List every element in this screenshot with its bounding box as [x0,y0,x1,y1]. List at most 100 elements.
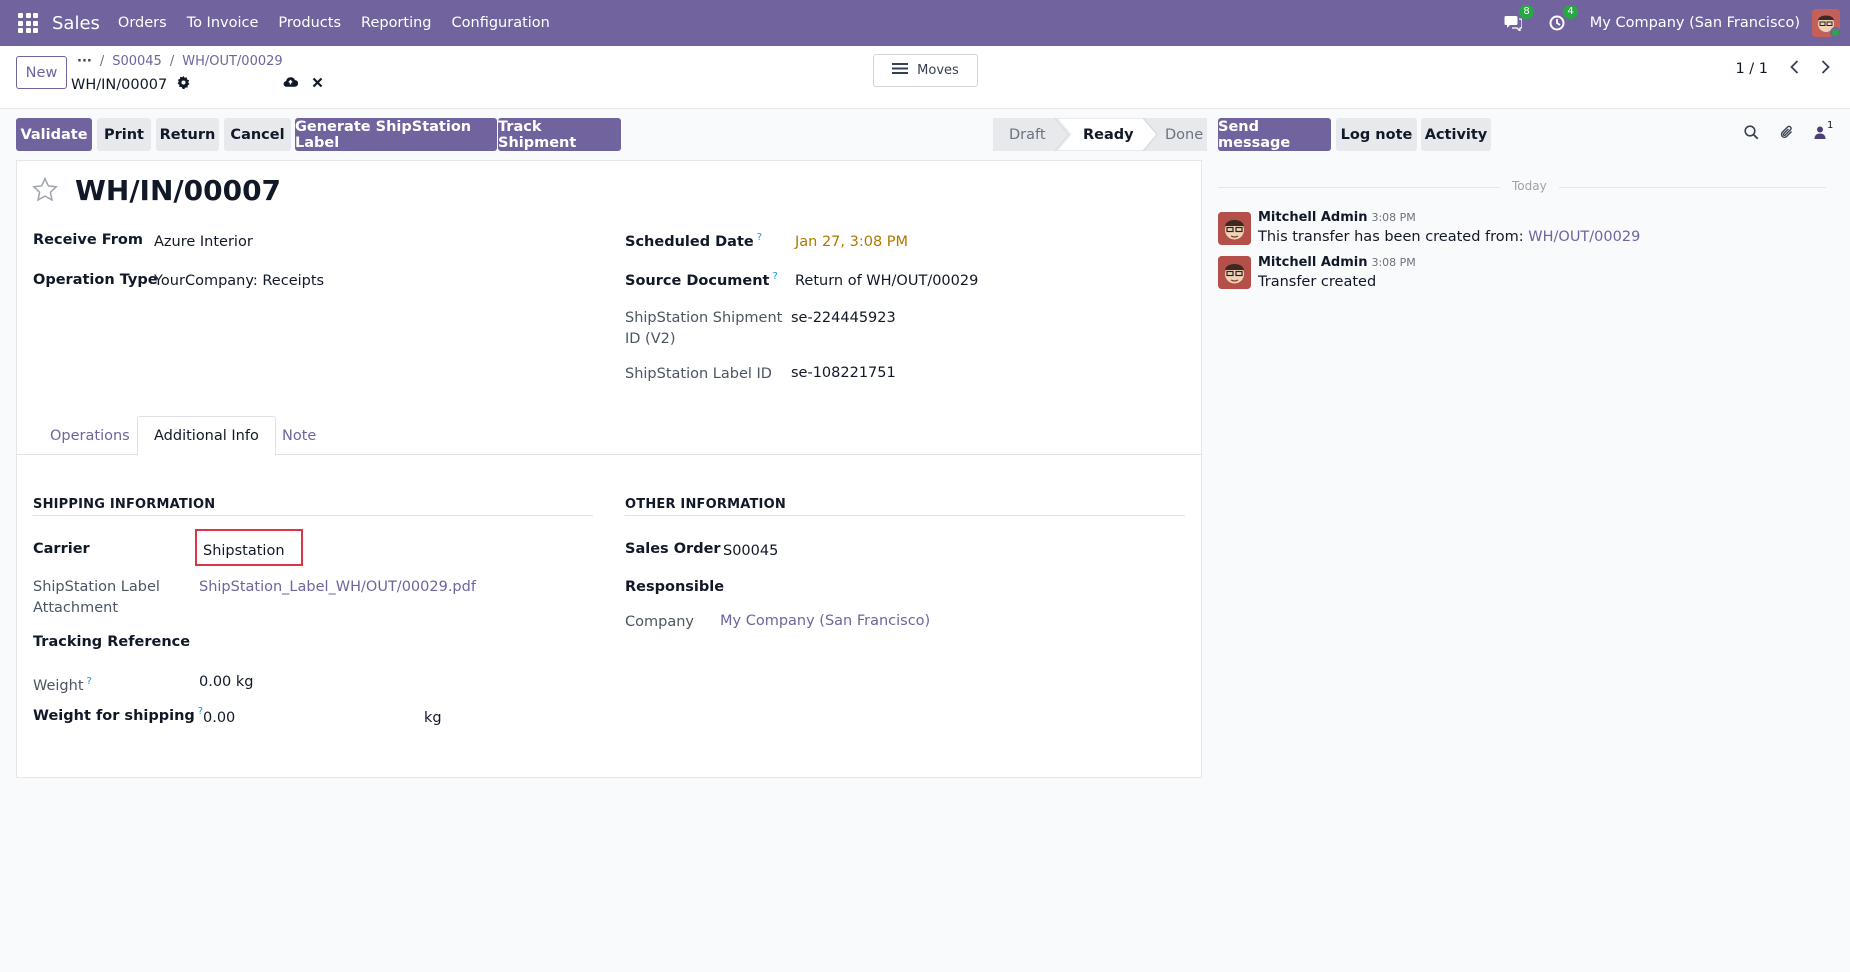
activity-button[interactable]: Activity [1421,118,1491,151]
tab-operations[interactable]: Operations [34,416,146,456]
menu-configuration[interactable]: Configuration [452,15,550,31]
attachment-label-line1: ShipStation Label [33,579,160,595]
weight-for-shipping-unit: kg [424,710,442,726]
list-icon [892,62,909,79]
new-button[interactable]: New [16,56,67,89]
other-divider [625,515,1185,516]
paperclip-icon[interactable] [1779,124,1794,144]
status-bar: Draft Ready Done [993,118,1207,151]
sales-order-value[interactable]: S00045 [723,543,778,559]
company-switcher[interactable]: My Company (San Francisco) [1590,15,1800,31]
date-separator-today: Today [1500,179,1559,193]
message-author-name[interactable]: Mitchell Admin [1258,255,1367,270]
receive-from-value[interactable]: Azure Interior [154,234,253,250]
menu-reporting[interactable]: Reporting [361,15,432,31]
save-cloud-icon[interactable] [283,76,299,92]
scheduled-date-value[interactable]: Jan 27, 3:08 PM [795,234,908,250]
operation-type-value[interactable]: YourCompany: Receipts [154,273,324,289]
moves-label: Moves [917,63,959,78]
weight-value: 0.00 kg [199,674,254,690]
app-name[interactable]: Sales [52,13,100,34]
shipstation-shipment-id-value[interactable]: se-224445923 [791,310,896,326]
weight-for-shipping-label-text: Weight for shipping [33,707,195,724]
message-author-name[interactable]: Mitchell Admin [1258,210,1367,225]
carrier-label: Carrier [33,541,90,557]
followers-count: 1 [1827,119,1834,131]
message-body: Transfer created [1258,274,1377,290]
breadcrumb-sale-order[interactable]: S00045 [112,54,162,69]
print-button[interactable]: Print [97,118,151,151]
form-sheet [16,160,1202,778]
shipstation-label-id-value[interactable]: se-108221751 [791,365,896,381]
weight-unit: kg [235,674,254,690]
top-navbar: Sales Orders To Invoice Products Reporti… [0,0,1850,46]
weight-for-shipping-input[interactable]: 0.00 [203,710,235,726]
status-draft[interactable]: Draft [993,118,1055,151]
help-icon[interactable]: ? [772,271,777,282]
search-icon[interactable] [1744,124,1759,144]
responsible-label: Responsible [625,579,725,595]
shipstation-label-attachment-link[interactable]: ShipStation_Label_WH/OUT/00029.pdf [199,579,476,595]
tab-note[interactable]: Note [266,416,332,456]
weight-for-shipping-label: Weight for shipping? [33,706,203,724]
message-time: 3:08 PM [1371,256,1416,269]
gear-icon[interactable] [177,76,190,93]
breadcrumb-more-button[interactable]: ··· [77,54,92,69]
breadcrumb-delivery[interactable]: WH/OUT/00029 [182,54,282,69]
log-note-button[interactable]: Log note [1336,118,1417,151]
status-done-label: Done [1165,126,1204,143]
status-arrow-draft [1055,118,1072,151]
company-value-link[interactable]: My Company (San Francisco) [720,613,930,629]
attachment-label-line2: Attachment [33,600,119,616]
shipment-id-label-line1: ShipStation Shipment [625,310,783,326]
help-icon[interactable]: ? [757,232,762,243]
activities-clock-icon[interactable]: 4 [1546,5,1578,34]
message-text: This transfer has been created from: [1258,229,1529,245]
message-link-delivery[interactable]: WH/OUT/00029 [1528,229,1640,245]
help-icon[interactable]: ? [87,676,92,687]
shipstation-label-id-label: ShipStation Label ID [625,366,772,382]
shipstation-label-attachment-label: ShipStation Label Attachment [33,577,160,619]
source-document-label-text: Source Document [625,272,770,289]
tab-additional-info[interactable]: Additional Info [137,416,276,456]
user-avatar[interactable] [1812,9,1840,37]
notebook-tabs: Operations Additional Info Note [16,416,1202,456]
receive-from-label: Receive From [33,232,143,248]
discard-close-icon[interactable] [312,76,323,92]
return-button[interactable]: Return [156,118,219,151]
validate-button[interactable]: Validate [16,118,92,151]
status-ready-label: Ready [1083,126,1134,143]
message-author-avatar[interactable] [1218,212,1251,245]
followers-user-icon[interactable]: 1 [1814,120,1833,143]
message-author[interactable]: Mitchell Admin 3:08 PM [1258,255,1416,270]
menu-to-invoice[interactable]: To Invoice [187,15,259,31]
send-message-button[interactable]: Send message [1218,118,1331,151]
carrier-value[interactable]: Shipstation [203,543,285,559]
message-author[interactable]: Mitchell Admin 3:08 PM [1258,210,1416,225]
pager-next-icon[interactable] [1821,60,1830,78]
online-status-dot [1830,27,1840,37]
scheduled-date-label: Scheduled Date? [625,232,762,250]
pager-value[interactable]: 1 / 1 [1735,61,1768,77]
message-time: 3:08 PM [1371,211,1416,224]
menu-products[interactable]: Products [278,15,341,31]
status-arrow-ready [1143,118,1158,151]
status-draft-label: Draft [1009,126,1046,143]
moves-smart-button[interactable]: Moves [873,54,978,87]
cancel-button[interactable]: Cancel [224,118,291,151]
record-name: WH/IN/00007 [71,76,168,93]
track-shipment-button[interactable]: Track Shipment [498,118,621,151]
source-document-value[interactable]: Return of WH/OUT/00029 [795,273,978,289]
pager-previous-icon[interactable] [1790,60,1799,78]
record-title: WH/IN/00007 [75,174,282,207]
control-panel: New ··· / S00045 / WH/OUT/00029 WH/IN/00… [0,46,1850,109]
shipment-id-label-line2: ID (V2) [625,331,676,347]
apps-menu-icon[interactable] [18,13,38,33]
menu-orders[interactable]: Orders [118,15,167,31]
message-author-avatar[interactable] [1218,256,1251,289]
tracking-reference-label: Tracking Reference [33,634,191,650]
priority-star-icon[interactable] [32,176,58,206]
weight-label-text: Weight [33,677,84,694]
generate-shipstation-label-button[interactable]: Generate ShipStation Label [295,118,497,151]
messages-icon[interactable]: 8 [1502,5,1534,34]
